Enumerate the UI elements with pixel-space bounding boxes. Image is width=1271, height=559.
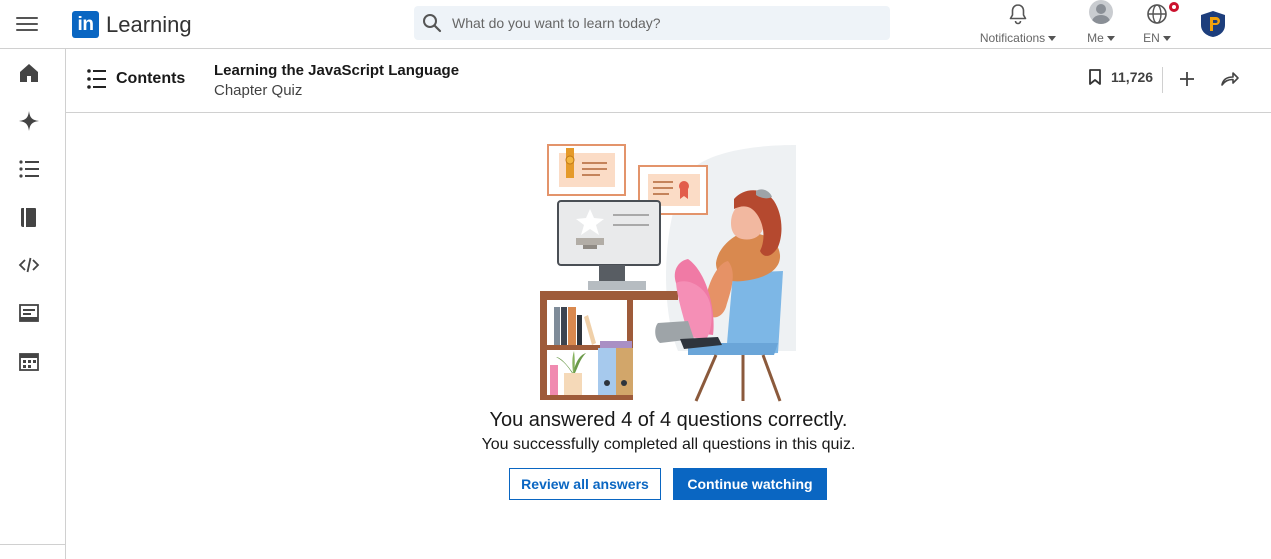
code-icon[interactable] xyxy=(18,254,40,276)
header-divider xyxy=(1162,67,1163,93)
chevron-down-icon xyxy=(1106,35,1115,41)
toc-list-icon xyxy=(87,69,106,89)
linkedin-learning-logo[interactable]: in Learning xyxy=(72,11,192,38)
linkedin-logo-badge: in xyxy=(72,11,99,38)
course-header: Contents Learning the JavaScript Languag… xyxy=(66,49,1271,113)
bell-icon xyxy=(1009,4,1027,25)
me-menu-button[interactable]: Me xyxy=(1080,0,1122,49)
quiz-result-subtitle: You successfully completed all questions… xyxy=(481,436,856,453)
contents-label: Contents xyxy=(116,70,186,87)
section-title: Chapter Quiz xyxy=(214,82,303,99)
notification-dot xyxy=(1167,0,1181,14)
me-label: Me xyxy=(1087,31,1104,45)
quiz-complete-illustration xyxy=(540,144,796,402)
avatar xyxy=(1089,0,1113,24)
home-icon[interactable] xyxy=(18,62,40,84)
organization-logo-icon[interactable] xyxy=(1200,10,1226,38)
add-icon[interactable] xyxy=(1178,70,1196,88)
calendar-icon[interactable] xyxy=(18,350,40,372)
logo-text: Learning xyxy=(106,12,192,37)
search-icon xyxy=(423,14,442,33)
share-icon[interactable] xyxy=(1220,70,1240,88)
search-bar[interactable] xyxy=(414,6,890,40)
continue-watching-button[interactable]: Continue watching xyxy=(673,468,827,500)
chevron-down-icon xyxy=(1162,35,1171,41)
menu-icon[interactable] xyxy=(16,13,40,35)
notifications-button[interactable]: Notifications xyxy=(976,0,1060,49)
left-sidebar xyxy=(0,49,66,559)
contents-button[interactable]: Contents xyxy=(86,68,185,90)
book-icon[interactable] xyxy=(18,206,40,228)
sparkle-icon[interactable] xyxy=(18,110,40,132)
language-label: EN xyxy=(1143,31,1160,45)
globe-icon xyxy=(1147,4,1167,24)
quiz-result-title: You answered 4 of 4 questions correctly. xyxy=(489,409,848,431)
certificate-icon[interactable] xyxy=(18,302,40,324)
bookmark-icon xyxy=(1089,69,1101,85)
search-input[interactable] xyxy=(452,15,872,31)
course-title[interactable]: Learning the JavaScript Language xyxy=(214,62,459,79)
save-button[interactable]: 11,726 xyxy=(1088,69,1153,85)
top-navigation: in Learning Notifications Me EN xyxy=(0,0,1271,49)
review-all-answers-button[interactable]: Review all answers xyxy=(509,468,661,500)
notifications-label: Notifications xyxy=(979,31,1046,45)
chevron-down-icon xyxy=(1048,35,1057,41)
saved-count: 11,726 xyxy=(1111,69,1154,85)
language-button[interactable]: EN xyxy=(1138,0,1181,49)
list-icon[interactable] xyxy=(18,158,40,180)
sidebar-divider xyxy=(0,544,65,545)
